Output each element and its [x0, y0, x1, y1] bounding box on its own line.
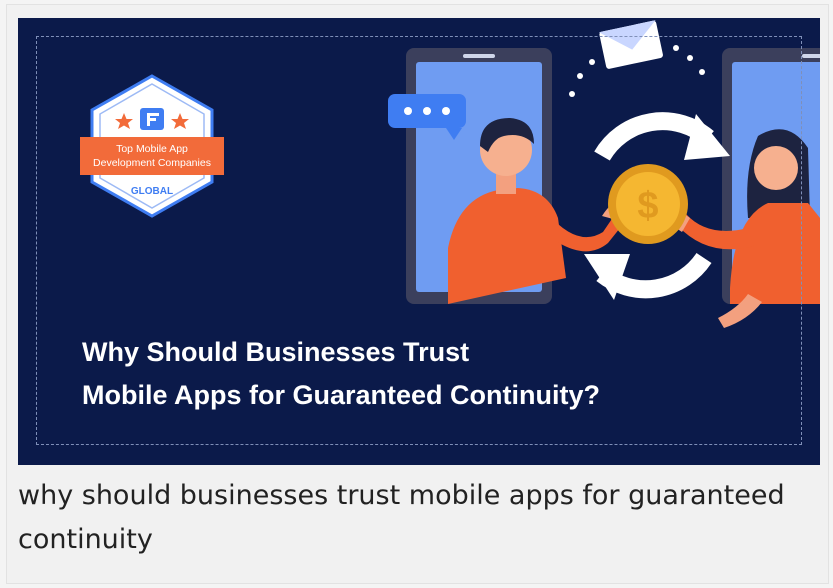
banner-title-line1: Why Should Businesses Trust — [82, 337, 470, 367]
banner-title: Why Should Businesses Trust Mobile Apps … — [82, 331, 600, 417]
banner-title-line2: Mobile Apps for Guaranteed Continuity? — [82, 380, 600, 410]
hero-banner: $ Top Mobile App Development Companies G… — [18, 18, 820, 465]
image-caption: why should businesses trust mobile apps … — [18, 480, 785, 555]
